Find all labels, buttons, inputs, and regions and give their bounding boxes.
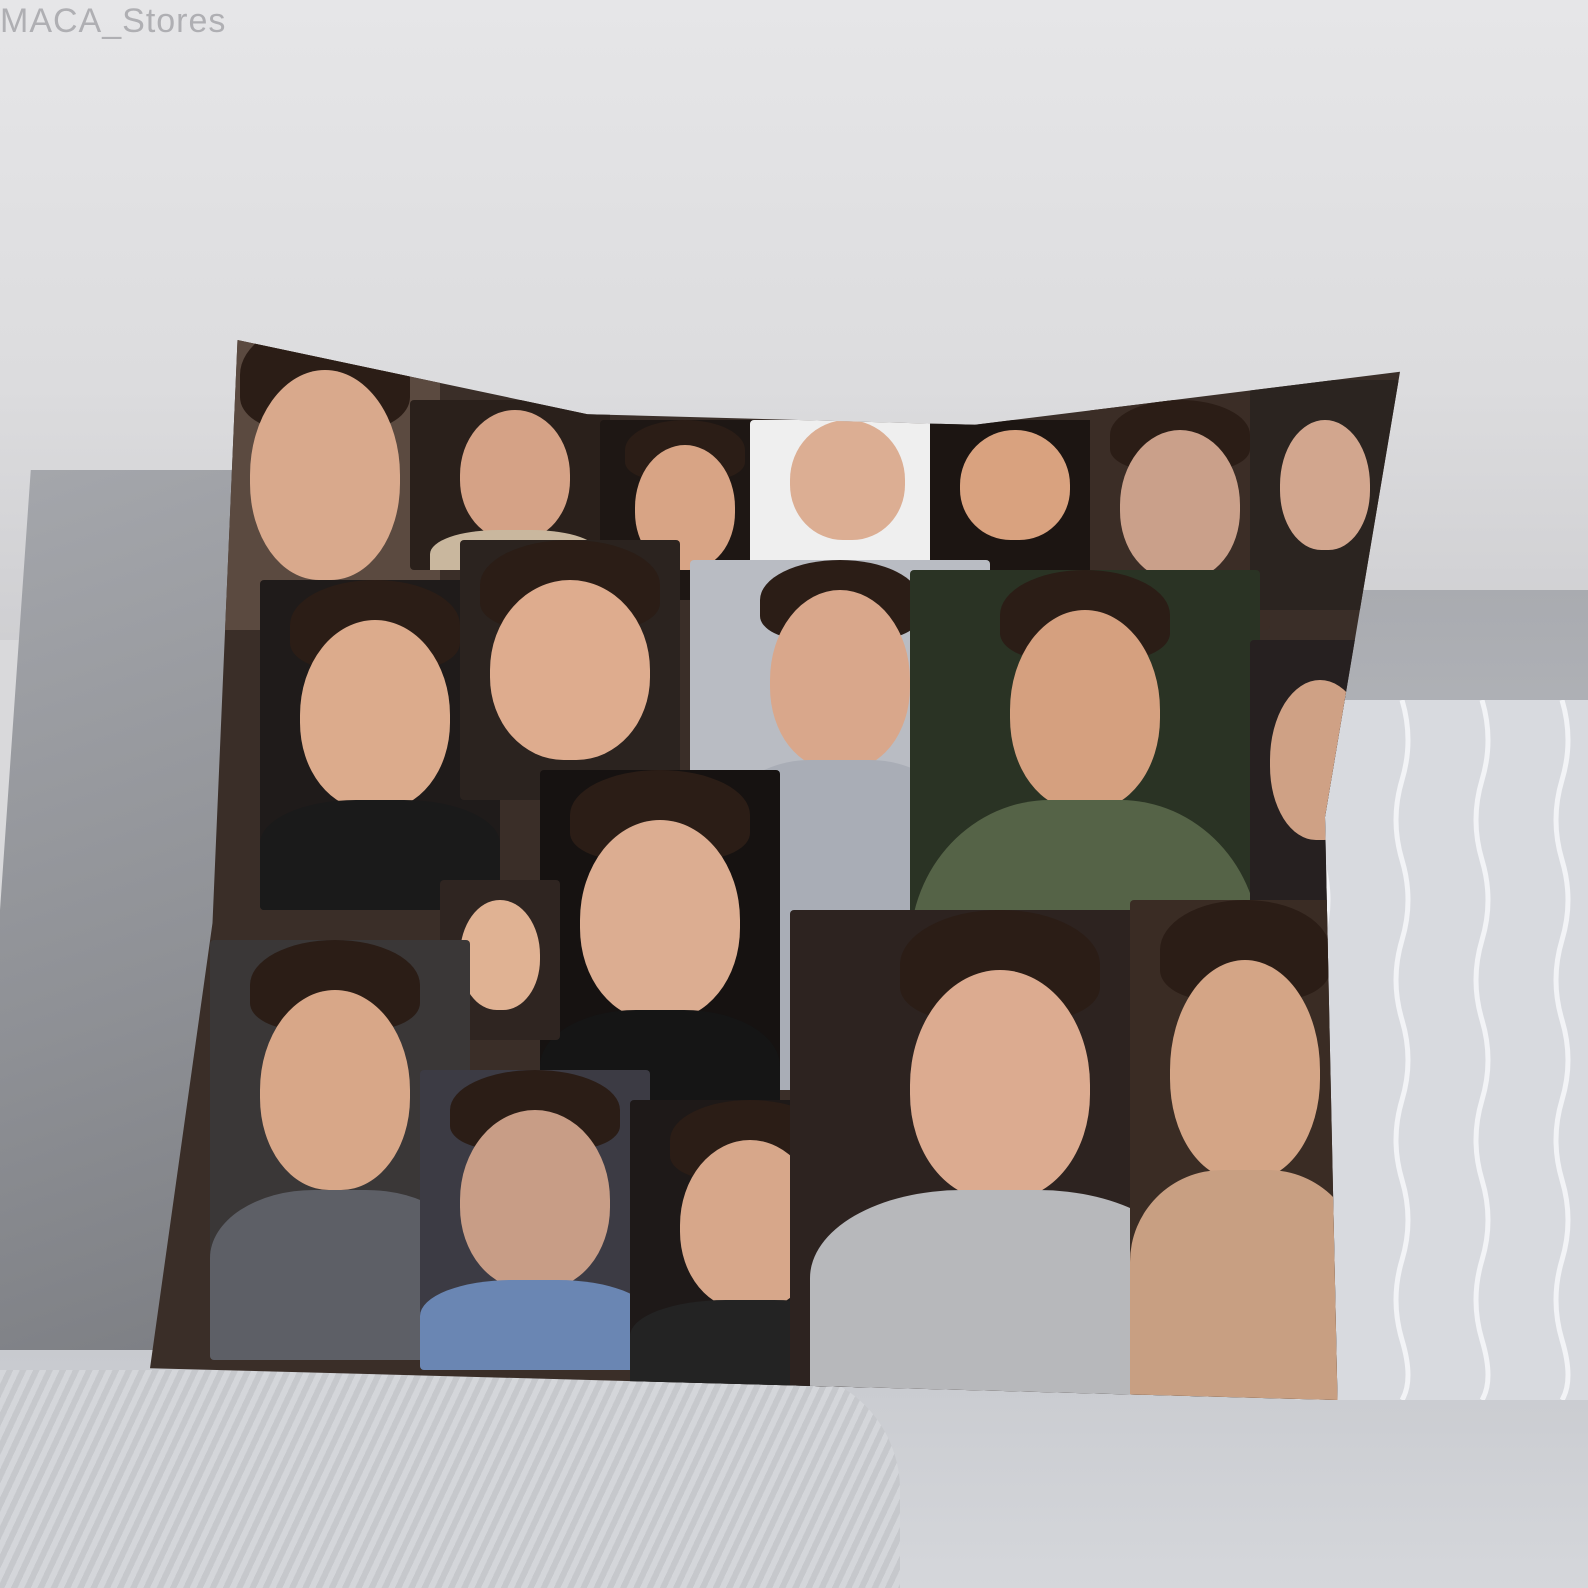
collage-photo [420,1070,650,1370]
collage-photo [1130,900,1360,1400]
wave-stripe [1393,700,1411,1400]
store-watermark: MACA_Stores [0,2,227,40]
collage-photo [460,540,680,800]
knit-throw-blanket [0,1370,900,1588]
collage-photo [930,420,1100,570]
collage-photo [750,420,940,580]
wave-stripe [1553,700,1571,1400]
photo-collage-pillow [150,340,1400,1400]
wave-stripe [1473,700,1491,1400]
